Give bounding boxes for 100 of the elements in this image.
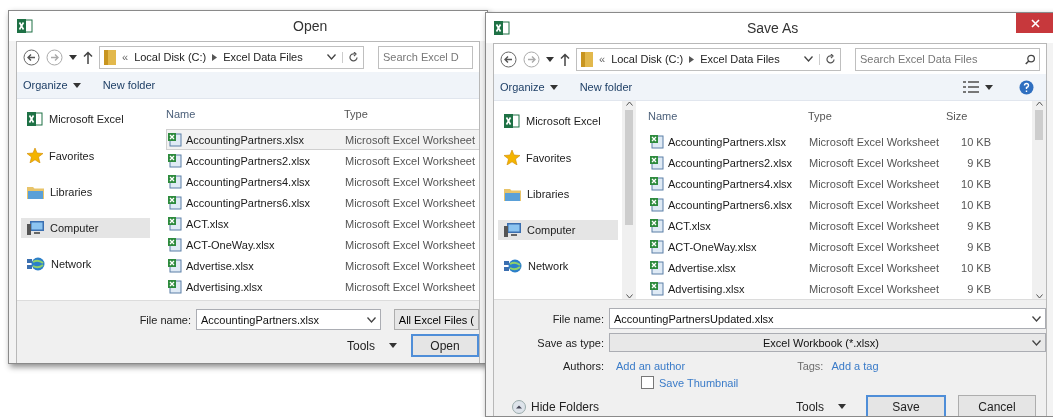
search-icon[interactable] <box>1024 53 1035 65</box>
add-author-link[interactable]: Add an author <box>616 360 686 372</box>
scroll-up-icon[interactable] <box>625 101 633 106</box>
recent-caret-icon[interactable] <box>546 56 554 62</box>
help-icon[interactable] <box>1019 79 1034 95</box>
file-row[interactable]: Advertise.xlsx Microsoft Excel Worksheet <box>166 255 479 276</box>
sidebar-item[interactable]: Libraries <box>21 182 150 202</box>
add-tag-link[interactable]: Add a tag <box>831 360 879 372</box>
column-header[interactable]: Type <box>808 110 946 122</box>
caret-icon[interactable] <box>838 404 846 409</box>
sidebar-item[interactable]: Favorites <box>498 147 618 168</box>
sidebar-item[interactable]: Microsoft Excel <box>498 111 618 131</box>
sidebar-item[interactable]: Network <box>21 254 150 274</box>
file-name: Advertise.xlsx <box>186 259 254 272</box>
scrollbar[interactable] <box>622 101 636 299</box>
column-header[interactable]: Name <box>166 108 344 120</box>
file-row[interactable]: AccountingPartners6.xlsx Microsoft Excel Worksheet 10 KB <box>648 194 1032 215</box>
sidebar-item[interactable]: Computer <box>498 220 618 240</box>
file-name-field[interactable]: AccountingPartnersUpdated.xlsx <box>614 312 1028 325</box>
chevron-right-icon <box>212 53 218 61</box>
scrollbar[interactable] <box>1032 101 1046 299</box>
chevron-down-icon[interactable] <box>327 54 336 60</box>
hide-folders-button[interactable]: Hide Folders <box>512 399 600 414</box>
column-header[interactable]: Type <box>344 108 479 120</box>
file-type: Microsoft Excel Worksheet <box>809 135 940 148</box>
refresh-icon[interactable] <box>348 51 359 63</box>
file-row[interactable]: AccountingPartners2.xlsx Microsoft Excel Worksheet <box>166 150 479 171</box>
recent-caret-icon[interactable] <box>69 54 77 60</box>
search-field[interactable]: Search Excel D <box>383 51 468 63</box>
file-row[interactable]: AccountingPartners6.xlsx Microsoft Excel Worksheet <box>166 192 479 213</box>
caret-icon[interactable] <box>389 343 397 348</box>
close-icon[interactable] <box>1030 18 1040 28</box>
file-type: Microsoft Excel Worksheet <box>809 282 940 295</box>
file-type: Microsoft Excel Worksheet <box>345 196 476 209</box>
file-type-dropdown[interactable]: All Excel Files ( <box>393 309 479 330</box>
sidebar-item[interactable]: Favorites <box>21 145 150 166</box>
spreadsheet-file-icon <box>649 281 664 296</box>
up-arrow-icon[interactable] <box>83 50 93 64</box>
save-button[interactable]: Save <box>866 395 946 416</box>
sidebar-item[interactable]: Network <box>498 256 618 276</box>
save-thumbnail-checkbox[interactable]: Save Thumbnail <box>641 376 1046 389</box>
column-header[interactable]: Name <box>648 110 808 122</box>
address-bar[interactable]: « Local Disk (C:) Excel Data Files <box>576 47 841 71</box>
file-row[interactable]: ACT-OneWay.xlsx Microsoft Excel Worksheet 9 KB <box>648 236 1032 257</box>
folder-icon <box>104 49 116 65</box>
search-field[interactable]: Search Excel Data Files <box>860 53 1025 65</box>
excel-app-icon <box>17 19 33 33</box>
tools-menu[interactable]: Tools <box>796 399 846 414</box>
file-row[interactable]: AccountingPartners.xlsx Microsoft Excel Worksheet <box>166 129 479 150</box>
chevron-down-icon[interactable] <box>1032 339 1041 346</box>
file-row[interactable]: Advertising.xlsx Microsoft Excel Worksheet <box>166 276 479 297</box>
chevron-down-icon[interactable] <box>366 316 376 323</box>
toolbar-button[interactable]: Organize <box>500 81 558 93</box>
toolbar-button[interactable]: Organize <box>23 79 81 91</box>
file-row[interactable]: AccountingPartners2.xlsx Microsoft Excel Worksheet 9 KB <box>648 152 1032 173</box>
tools-menu[interactable]: Tools <box>347 338 397 353</box>
file-row[interactable]: AccountingPartners4.xlsx Microsoft Excel Worksheet <box>166 171 479 192</box>
sidebar-item[interactable]: Computer <box>21 218 150 238</box>
cancel-button[interactable]: Cancel <box>958 395 1036 416</box>
chevron-down-icon[interactable] <box>1032 315 1041 322</box>
caret-icon[interactable] <box>549 84 558 90</box>
file-row[interactable]: ACT.xlsx Microsoft Excel Worksheet 9 KB <box>648 215 1032 236</box>
file-row[interactable]: AccountingPartners.xlsx Microsoft Excel Worksheet 10 KB <box>648 131 1032 152</box>
save-type-dropdown[interactable]: Excel Workbook (*.xlsx) <box>609 333 1046 352</box>
file-row[interactable]: Advertise.xlsx Microsoft Excel Worksheet 10 KB <box>648 257 1032 278</box>
column-header[interactable]: Size <box>946 110 990 122</box>
field-label: File name: <box>138 313 191 326</box>
up-arrow-icon[interactable] <box>560 52 570 66</box>
close-button[interactable] <box>1016 13 1053 33</box>
sidebar-item[interactable]: Libraries <box>498 184 618 204</box>
file-name-box[interactable]: AccountingPartnersUpdated.xlsx <box>609 308 1046 329</box>
open-button[interactable]: Open <box>411 334 479 357</box>
file-name-box[interactable]: AccountingPartners.xlsx <box>196 309 381 330</box>
sidebar-item[interactable]: Microsoft Excel <box>21 109 150 129</box>
refresh-icon[interactable] <box>825 53 836 65</box>
file-row[interactable]: ACT-OneWay.xlsx Microsoft Excel Worksheet <box>166 234 479 255</box>
file-name-field[interactable]: AccountingPartners.xlsx <box>201 313 363 326</box>
scrollbar-thumb[interactable] <box>1035 110 1043 140</box>
toolbar-button[interactable]: New folder <box>579 81 633 93</box>
caret-icon[interactable] <box>72 82 81 88</box>
collapse-icon[interactable] <box>512 399 526 414</box>
scrollbar-thumb[interactable] <box>625 110 633 225</box>
toolbar-button[interactable]: New folder <box>102 79 156 91</box>
scroll-down-icon[interactable] <box>1035 294 1043 299</box>
spreadsheet-file-icon <box>649 134 664 149</box>
chevron-down-icon[interactable] <box>804 56 813 62</box>
file-row[interactable]: AccountingPartners4.xlsx Microsoft Excel Worksheet 10 KB <box>648 173 1032 194</box>
file-name: AccountingPartners2.xlsx <box>186 154 311 167</box>
scroll-up-icon[interactable] <box>1035 101 1043 106</box>
back-icon[interactable] <box>23 48 40 66</box>
search-box[interactable]: Search Excel D <box>378 45 473 69</box>
back-icon[interactable] <box>500 50 517 68</box>
file-row[interactable]: ACT.xlsx Microsoft Excel Worksheet <box>166 213 479 234</box>
view-options-icon[interactable] <box>963 81 979 93</box>
scroll-down-icon[interactable] <box>625 294 633 299</box>
spreadsheet-file-icon <box>167 195 182 210</box>
file-row[interactable]: Advertising.xlsx Microsoft Excel Worksheet 9 KB <box>648 278 1032 299</box>
view-caret-icon[interactable] <box>985 84 993 90</box>
address-bar[interactable]: « Local Disk (C:) Excel Data Files <box>99 45 364 69</box>
search-box[interactable]: Search Excel Data Files <box>855 47 1040 71</box>
